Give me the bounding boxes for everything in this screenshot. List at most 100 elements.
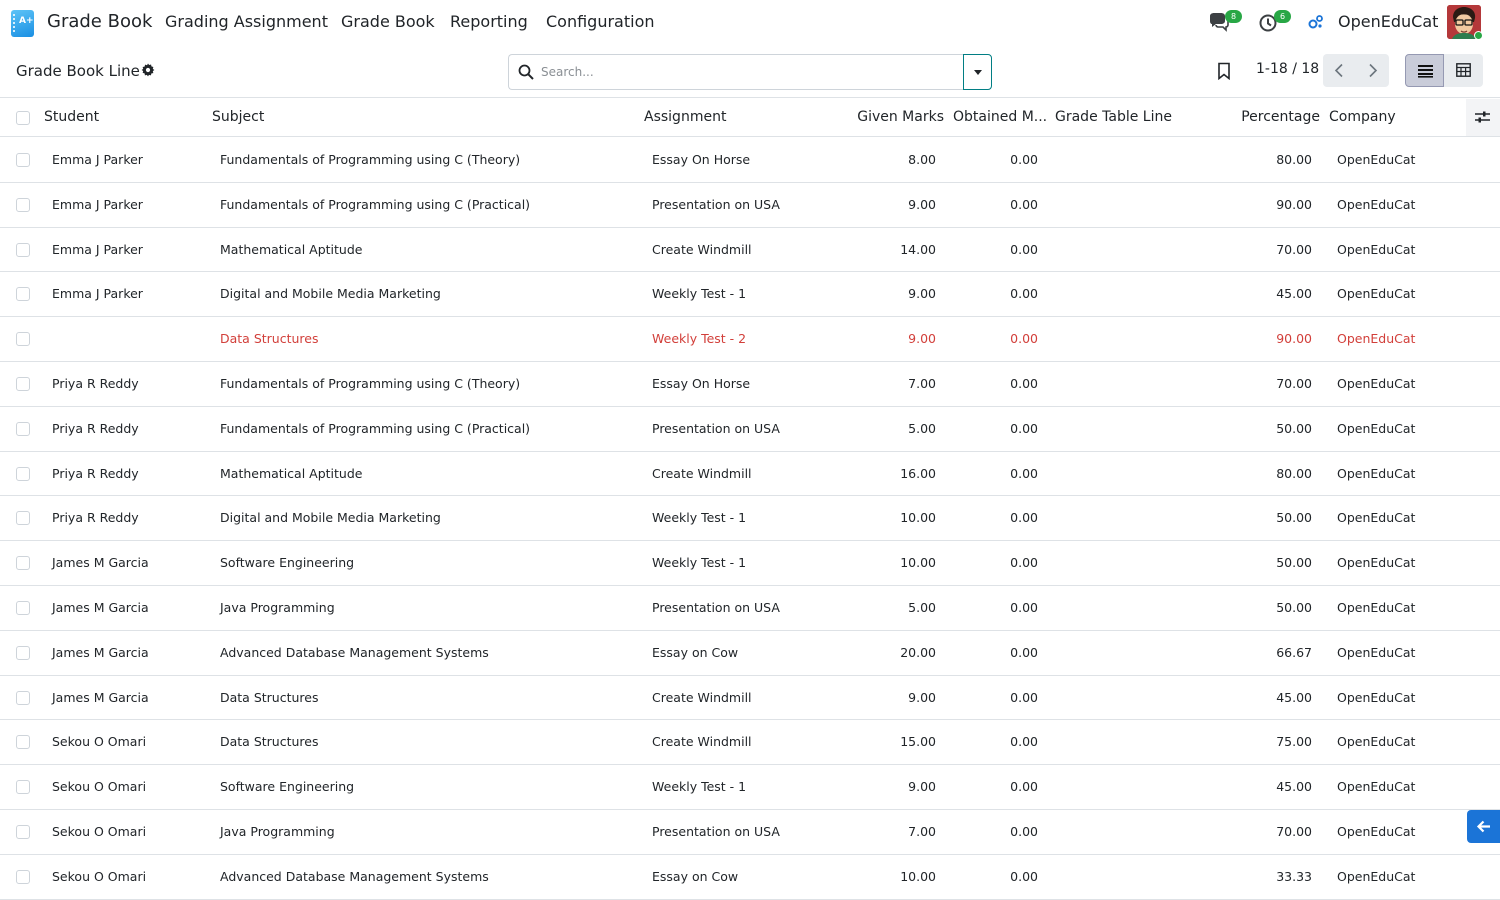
column-header-grade-table-line[interactable]: Grade Table Line bbox=[1055, 109, 1172, 125]
column-header-student[interactable]: Student bbox=[44, 109, 99, 125]
menu-reporting[interactable]: Reporting bbox=[450, 12, 528, 31]
row-checkbox[interactable] bbox=[16, 511, 30, 526]
cell-company: OpenEduCat bbox=[1337, 823, 1416, 839]
app-brand[interactable]: Grade Book bbox=[47, 11, 152, 32]
menu-grading-assignment[interactable]: Grading Assignment bbox=[165, 12, 328, 31]
table-row[interactable]: Sekou O Omari Advanced Database Managemen… bbox=[0, 854, 1500, 900]
row-checkbox[interactable] bbox=[16, 332, 30, 347]
select-all-checkbox[interactable] bbox=[16, 111, 30, 125]
cell-assignment: Presentation on USA bbox=[652, 196, 780, 212]
table-row[interactable]: James M Garcia Advanced Database Manageme… bbox=[0, 630, 1500, 676]
pager-next-button[interactable] bbox=[1356, 54, 1389, 87]
optional-columns-toggle[interactable] bbox=[1466, 99, 1500, 136]
pivot-view-button[interactable] bbox=[1444, 54, 1483, 87]
column-header-assignment[interactable]: Assignment bbox=[644, 109, 726, 125]
table-row[interactable]: James M Garcia Software Engineering Weekly… bbox=[0, 541, 1500, 586]
row-checkbox[interactable] bbox=[16, 466, 30, 481]
column-header-company[interactable]: Company bbox=[1329, 109, 1396, 125]
table-row[interactable]: Emma J Parker Mathematical Aptitude Create… bbox=[0, 227, 1500, 273]
row-checkbox[interactable] bbox=[16, 197, 30, 212]
cell-obtained-marks: 0.00 bbox=[1010, 555, 1038, 571]
cell-given-marks: 5.00 bbox=[908, 599, 936, 615]
arrow-left-icon bbox=[1476, 820, 1490, 833]
grade-book-app-icon[interactable]: A+ bbox=[11, 10, 34, 37]
cell-given-marks: 8.00 bbox=[908, 152, 936, 167]
bookmark-icon[interactable] bbox=[1216, 62, 1232, 80]
breadcrumb: Grade Book Line bbox=[16, 62, 140, 80]
column-header-obtained-marks[interactable]: Obtained M... bbox=[953, 109, 1047, 125]
cell-obtained-marks: 0.00 bbox=[1010, 331, 1038, 347]
table-row[interactable]: Emma J Parker Digital and Mobile Media Ma… bbox=[0, 272, 1500, 318]
cell-company: OpenEduCat bbox=[1337, 286, 1416, 302]
row-checkbox[interactable] bbox=[16, 287, 30, 302]
cell-percentage: 50.00 bbox=[1276, 510, 1312, 526]
row-checkbox[interactable] bbox=[16, 153, 30, 167]
column-header-given-marks[interactable]: Given Marks bbox=[844, 109, 944, 125]
table-row[interactable]: Priya R Reddy Digital and Mobile Media Ma… bbox=[0, 496, 1500, 542]
search-icon bbox=[518, 64, 534, 80]
search-bar bbox=[508, 54, 964, 90]
row-checkbox[interactable] bbox=[16, 556, 30, 571]
cell-obtained-marks: 0.00 bbox=[1010, 689, 1038, 705]
row-checkbox[interactable] bbox=[16, 242, 30, 257]
search-options-toggle[interactable] bbox=[963, 54, 992, 90]
company-switch-icon[interactable] bbox=[1308, 14, 1324, 30]
cell-subject: Fundamentals of Programming using C (Pra… bbox=[220, 420, 531, 436]
cell-subject: Data Structures bbox=[220, 689, 319, 705]
cell-student: Emma J Parker bbox=[52, 196, 143, 212]
table-row[interactable]: Priya R Reddy Fundamentals of Programming… bbox=[0, 361, 1500, 407]
row-checkbox[interactable] bbox=[16, 780, 30, 795]
menu-configuration[interactable]: Configuration bbox=[546, 12, 655, 31]
table-row[interactable]: Data Structures Weekly Test - 2 9.00 0.00 90… bbox=[0, 317, 1500, 362]
row-checkbox[interactable] bbox=[16, 376, 30, 391]
cell-company: OpenEduCat bbox=[1337, 644, 1416, 660]
cell-company: OpenEduCat bbox=[1337, 599, 1416, 615]
cell-assignment: Essay on Cow bbox=[652, 868, 739, 884]
cell-student: Sekou O Omari bbox=[52, 779, 147, 795]
table-row[interactable]: Priya R Reddy Fundamentals of Programming… bbox=[0, 406, 1500, 452]
table-row[interactable]: James M Garcia Java Programming Presentati… bbox=[0, 585, 1500, 631]
table-row[interactable]: Sekou O Omari Data Structures Create Windm… bbox=[0, 720, 1500, 766]
cell-assignment: Presentation on USA bbox=[652, 823, 780, 839]
row-checkbox[interactable] bbox=[16, 735, 30, 750]
gear-icon[interactable] bbox=[141, 63, 155, 77]
menu-grade-book[interactable]: Grade Book bbox=[341, 12, 435, 31]
column-header-percentage[interactable]: Percentage bbox=[1220, 109, 1320, 125]
cell-subject: Fundamentals of Programming using C (Pra… bbox=[220, 196, 531, 212]
cell-assignment: Weekly Test - 1 bbox=[652, 286, 747, 302]
table-row[interactable]: Sekou O Omari Java Programming Presentatio… bbox=[0, 809, 1500, 855]
row-checkbox[interactable] bbox=[16, 421, 30, 436]
company-switcher[interactable]: OpenEduCat bbox=[1338, 12, 1438, 31]
table-row[interactable]: James M Garcia Data Structures Create Wind… bbox=[0, 675, 1500, 721]
column-header-subject[interactable]: Subject bbox=[212, 109, 264, 125]
chatter-toggle-button[interactable] bbox=[1467, 810, 1500, 843]
cell-subject: Digital and Mobile Media Marketing bbox=[220, 510, 441, 526]
table-row[interactable]: Emma J Parker Fundamentals of Programming… bbox=[0, 138, 1500, 183]
cell-assignment: Create Windmill bbox=[652, 734, 752, 750]
cell-subject: Data Structures bbox=[220, 734, 319, 750]
control-panel: Grade Book Line 1-18 / 18 bbox=[0, 44, 1500, 98]
row-checkbox[interactable] bbox=[16, 824, 30, 839]
table-row[interactable]: Priya R Reddy Mathematical Aptitude Create… bbox=[0, 451, 1500, 497]
list-header: Student Subject Assignment Given Marks O… bbox=[0, 99, 1500, 137]
cell-given-marks: 15.00 bbox=[900, 734, 936, 750]
row-checkbox[interactable] bbox=[16, 600, 30, 615]
cell-student: Priya R Reddy bbox=[52, 465, 139, 481]
cell-student: James M Garcia bbox=[52, 689, 149, 705]
cell-percentage: 90.00 bbox=[1276, 331, 1312, 347]
row-checkbox[interactable] bbox=[16, 690, 30, 705]
table-row[interactable]: Emma J Parker Fundamentals of Programming… bbox=[0, 182, 1500, 228]
online-status-dot bbox=[1474, 31, 1483, 40]
cell-assignment: Essay on Cow bbox=[652, 644, 739, 660]
row-checkbox[interactable] bbox=[16, 869, 30, 884]
cell-given-marks: 14.00 bbox=[900, 241, 936, 257]
row-checkbox[interactable] bbox=[16, 645, 30, 660]
cell-subject: Advanced Database Management Systems bbox=[220, 644, 489, 660]
table-row[interactable]: Sekou O Omari Software Engineering Weekly … bbox=[0, 765, 1500, 810]
pager-previous-button[interactable] bbox=[1323, 54, 1356, 87]
pager-value[interactable]: 1-18 / 18 bbox=[1256, 61, 1319, 77]
cell-percentage: 90.00 bbox=[1276, 196, 1312, 212]
search-input[interactable] bbox=[541, 55, 951, 89]
cell-subject: Fundamentals of Programming using C (The… bbox=[220, 375, 521, 391]
list-view-button[interactable] bbox=[1405, 54, 1444, 87]
